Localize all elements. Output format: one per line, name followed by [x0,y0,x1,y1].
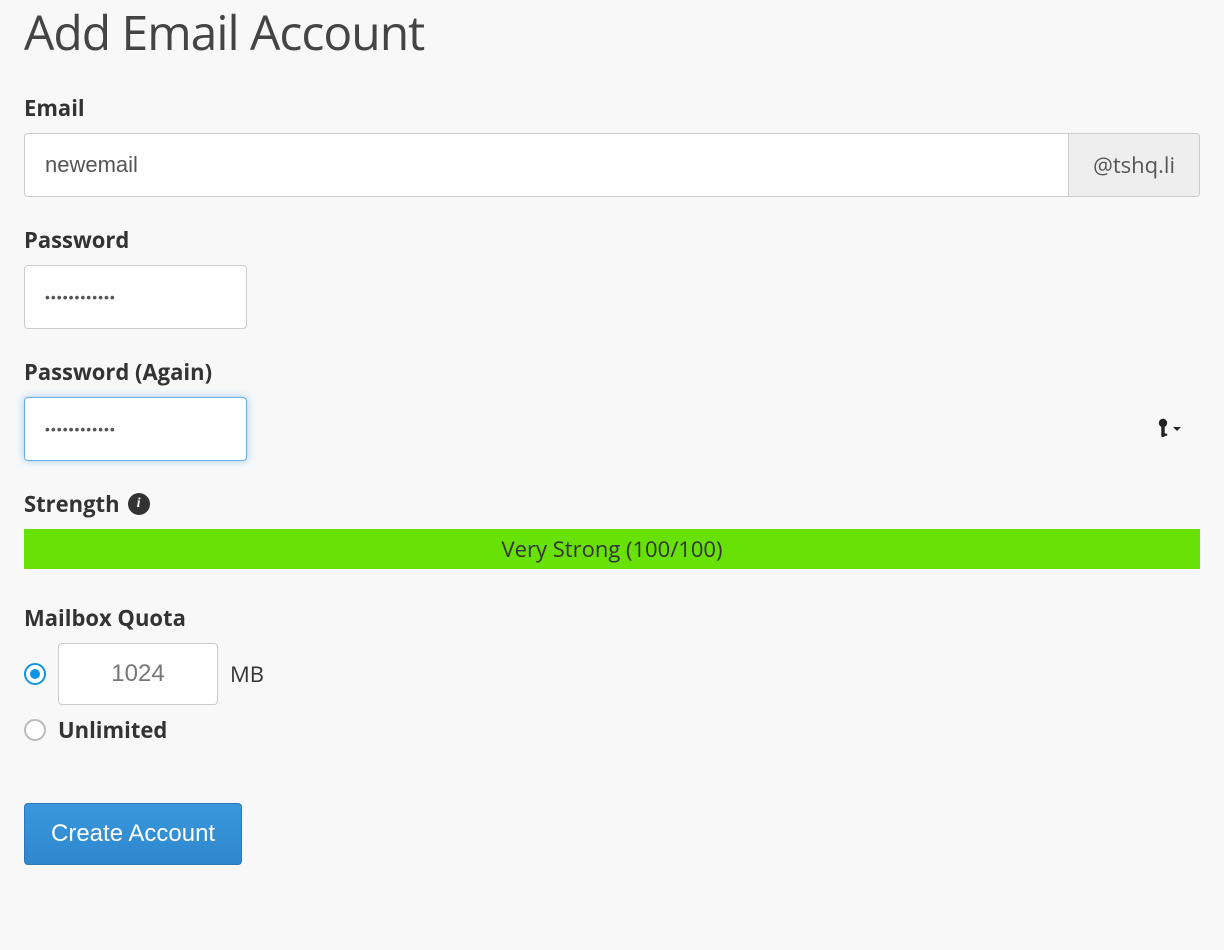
quota-fixed-radio[interactable] [24,663,46,685]
quota-group: Mailbox Quota MB Unlimited [24,603,1200,745]
strength-label: Strength [24,489,120,519]
password-again-label: Password (Again) [24,357,1200,387]
info-icon[interactable]: i [128,493,150,515]
strength-bar: Very Strong (100/100) [24,529,1200,569]
email-label: Email [24,93,1200,123]
password-label: Password [24,225,1200,255]
password-group: Password [24,225,1200,329]
quota-value-input[interactable] [58,643,218,705]
page-title: Add Email Account [24,0,1200,65]
chevron-down-icon [1172,424,1182,434]
password-key-icon[interactable] [1156,418,1182,440]
quota-unlimited-row: Unlimited [24,715,1200,745]
quota-fixed-row: MB [24,643,1200,705]
quota-unlimited-label: Unlimited [58,715,167,745]
password-input[interactable] [24,265,247,329]
email-input[interactable] [24,133,1068,197]
email-group: Email @tshq.li [24,93,1200,197]
strength-label-row: Strength i [24,489,1200,519]
strength-group: Strength i Very Strong (100/100) [24,489,1200,569]
quota-unlimited-radio[interactable] [24,719,46,741]
create-account-button[interactable]: Create Account [24,803,242,865]
password-again-group: Password (Again) [24,357,1200,461]
quota-unit: MB [230,659,264,689]
quota-label: Mailbox Quota [24,603,1200,633]
password-again-input[interactable] [24,397,247,461]
email-input-group: @tshq.li [24,133,1200,197]
email-domain-addon: @tshq.li [1068,133,1200,197]
